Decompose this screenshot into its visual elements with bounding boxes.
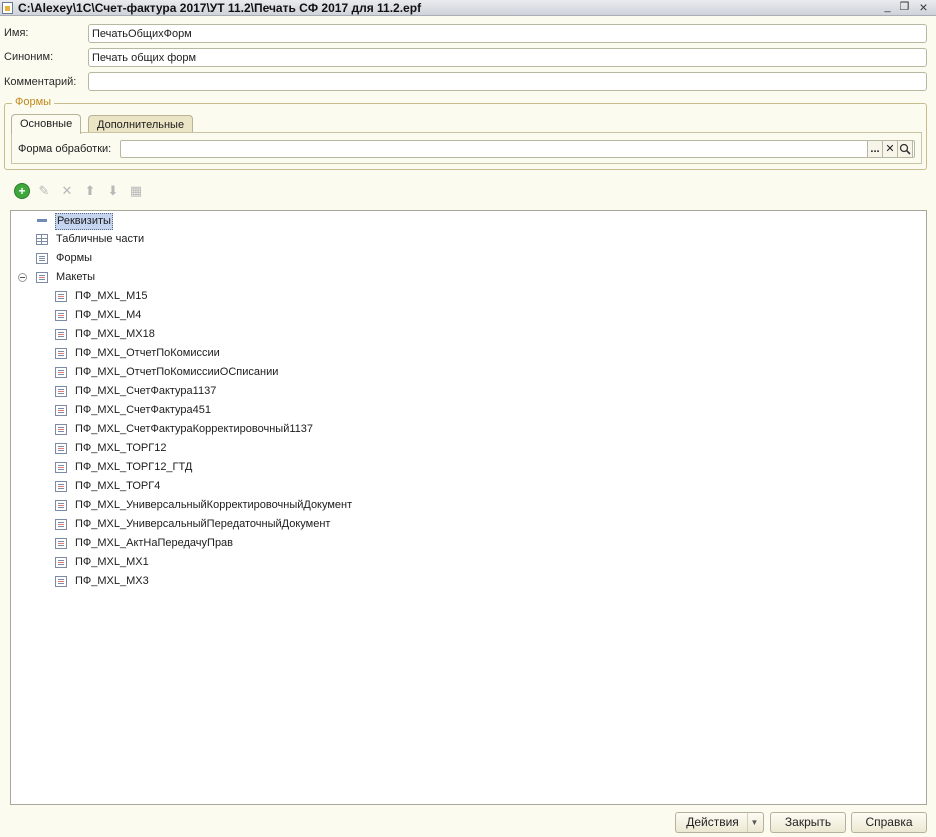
actions-label: Действия <box>686 815 739 829</box>
tab-main[interactable]: Основные <box>11 114 82 134</box>
metadata-tree[interactable]: Реквизиты Табличные части Формы Макеты П… <box>10 210 927 805</box>
tree-item-label: ПФ_MXL_ОтчетПоКомиссииОСписании <box>75 366 279 378</box>
processing-form-field[interactable] <box>120 140 915 158</box>
move-up-icon[interactable]: ⬆ <box>82 183 98 199</box>
layout-icon <box>55 557 67 568</box>
tree-item-layout[interactable]: ПФ_MXL_МХ18 <box>11 325 911 344</box>
restore-button[interactable]: ❐ <box>897 1 912 14</box>
layout-icon <box>55 424 67 435</box>
comment-field[interactable] <box>88 72 927 91</box>
tree-item-tabular-sections[interactable]: Табличные части <box>11 230 911 249</box>
tree-item-label: ПФ_MXL_ТОРГ4 <box>75 480 161 492</box>
tree-item-layouts[interactable]: Макеты <box>11 268 911 287</box>
layout-icon <box>55 481 67 492</box>
tree-item-layout[interactable]: ПФ_MXL_ТОРГ12 <box>11 439 911 458</box>
synonym-label: Синоним: <box>4 51 54 63</box>
tree-item-label: Табличные части <box>56 233 145 245</box>
table-icon <box>36 234 48 245</box>
tree-item-layout[interactable]: ПФ_MXL_ОтчетПоКомиссии <box>11 344 911 363</box>
app-icon <box>2 2 13 14</box>
tree-item-label: Формы <box>56 252 93 264</box>
tree-item-forms[interactable]: Формы <box>11 249 911 268</box>
move-down-icon[interactable]: ⬇ <box>105 183 121 199</box>
layout-icon <box>55 386 67 397</box>
tree-item-layout[interactable]: ПФ_MXL_МХ1 <box>11 553 911 572</box>
forms-group-caption: Формы <box>12 96 55 108</box>
name-label: Имя: <box>4 27 29 39</box>
tree-item-label: ПФ_MXL_М4 <box>75 309 142 321</box>
close-button[interactable]: Закрыть <box>770 812 846 833</box>
tree-item-label: Реквизиты <box>55 213 113 230</box>
help-button[interactable]: Справка <box>851 812 927 833</box>
tree-item-label: ПФ_MXL_МХ1 <box>75 556 149 568</box>
layout-icon <box>55 367 67 378</box>
minimize-button[interactable]: _ <box>880 1 895 14</box>
tree-item-label: Макеты <box>56 271 96 283</box>
clear-icon[interactable]: ✕ <box>882 140 898 158</box>
tree-item-layout[interactable]: ПФ_MXL_М15 <box>11 287 911 306</box>
layout-icon <box>36 272 48 283</box>
tree-item-layout[interactable]: ПФ_MXL_М4 <box>11 306 911 325</box>
tree-item-layout[interactable]: ПФ_MXL_СчетФактура1137 <box>11 382 911 401</box>
layout-icon <box>55 576 67 587</box>
tree-item-label: ПФ_MXL_ОтчетПоКомиссии <box>75 347 220 359</box>
tree-item-label: ПФ_MXL_М15 <box>75 290 148 302</box>
tree-item-label: ПФ_MXL_СчетФактура1137 <box>75 385 217 397</box>
synonym-field[interactable]: Печать общих форм <box>88 48 927 67</box>
chevron-down-icon: ▼ <box>747 813 761 832</box>
tree-item-attributes[interactable]: Реквизиты <box>11 211 911 230</box>
tree-item-label: ПФ_MXL_МХ18 <box>75 328 155 340</box>
tree-item-label: ПФ_MXL_УниверсальныйКорректировочныйДоку… <box>75 499 353 511</box>
layout-icon <box>55 538 67 549</box>
layout-icon <box>55 348 67 359</box>
tree-item-layout[interactable]: ПФ_MXL_УниверсальныйПередаточныйДокумент <box>11 515 911 534</box>
layout-icon <box>55 291 67 302</box>
comment-label: Комментарий: <box>4 76 77 88</box>
window-title: C:\Alexey\1C\Счет-фактура 2017\УТ 11.2\П… <box>18 1 422 15</box>
tree-item-label: ПФ_MXL_АктНаПередачуПрав <box>75 537 234 549</box>
tree-item-label: ПФ_MXL_МХ3 <box>75 575 149 587</box>
actions-button[interactable]: Действия ▼ <box>675 812 764 833</box>
tree-item-label: ПФ_MXL_СчетФактура451 <box>75 404 212 416</box>
magnifier-icon <box>899 143 911 155</box>
layout-icon <box>55 405 67 416</box>
title-bar: C:\Alexey\1C\Счет-фактура 2017\УТ 11.2\П… <box>0 0 936 16</box>
tree-item-label: ПФ_MXL_УниверсальныйПередаточныйДокумент <box>75 518 331 530</box>
tree-item-label: ПФ_MXL_ТОРГ12 <box>75 442 167 454</box>
form-icon <box>36 253 48 264</box>
collapse-icon[interactable] <box>18 273 27 282</box>
tree-item-layout[interactable]: ПФ_MXL_СчетФактураКорректировочный1137 <box>11 420 911 439</box>
delete-icon[interactable]: ✕ <box>59 183 75 199</box>
tree-item-layout[interactable]: ПФ_MXL_СчетФактура451 <box>11 401 911 420</box>
select-button[interactable]: ... <box>867 140 883 158</box>
tree-item-layout[interactable]: ПФ_MXL_АктНаПередачуПрав <box>11 534 911 553</box>
name-field[interactable]: ПечатьОбщихФорм <box>88 24 927 43</box>
add-icon[interactable]: + <box>14 183 30 199</box>
tree-item-layout[interactable]: ПФ_MXL_ОтчетПоКомиссииОСписании <box>11 363 911 382</box>
tree-item-label: ПФ_MXL_СчетФактураКорректировочный1137 <box>75 423 313 435</box>
layout-icon <box>55 500 67 511</box>
layout-icon <box>55 462 67 473</box>
close-window-button[interactable]: × <box>916 0 931 14</box>
tree-item-label: ПФ_MXL_ТОРГ12_ГТД <box>75 461 193 473</box>
processing-form-label: Форма обработки: <box>18 143 112 155</box>
tree-item-layout[interactable]: ПФ_MXL_ТОРГ4 <box>11 477 911 496</box>
tree-item-layout[interactable]: ПФ_MXL_ТОРГ12_ГТД <box>11 458 911 477</box>
tree-item-layout[interactable]: ПФ_MXL_УниверсальныйКорректировочныйДоку… <box>11 496 911 515</box>
edit-icon[interactable]: ✎ <box>36 183 52 199</box>
open-icon[interactable] <box>897 140 913 158</box>
list-icon[interactable]: ▦ <box>128 183 144 199</box>
layout-icon <box>55 310 67 321</box>
attribute-icon <box>36 215 48 226</box>
layout-icon <box>55 519 67 530</box>
layout-icon <box>55 329 67 340</box>
tree-item-layout[interactable]: ПФ_MXL_МХ3 <box>11 572 911 591</box>
layout-icon <box>55 443 67 454</box>
